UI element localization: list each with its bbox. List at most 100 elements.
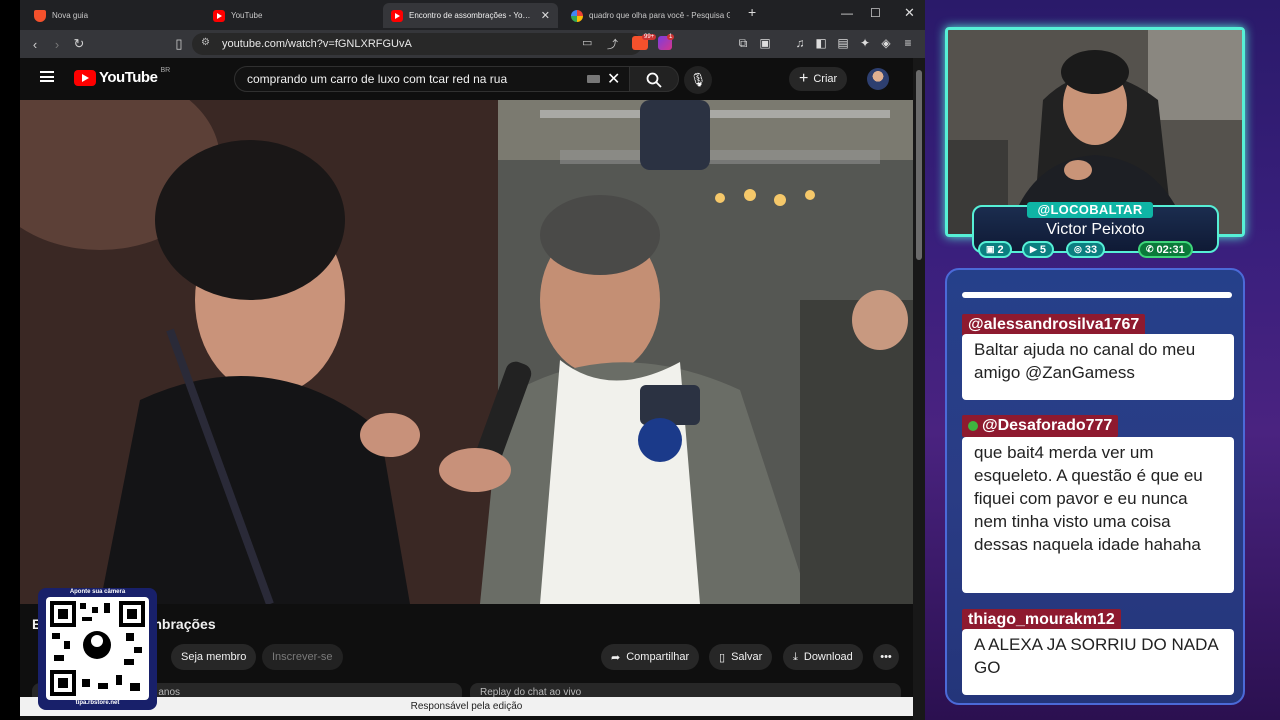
brave-icon [34,9,46,22]
save-label: Salvar [731,651,763,663]
menu-icon[interactable]: ≡ [901,36,915,50]
create-button[interactable]: + Criar [789,67,848,91]
tab-strip: Nova guia YouTube Encontro de assombraçõ… [20,0,925,30]
member-badge-icon [968,421,978,431]
join-button[interactable]: Seja membro [171,644,257,670]
video-player[interactable] [20,100,913,604]
music-icon[interactable]: ♫ [793,36,807,50]
chat-username: @Desaforado777 [982,417,1113,434]
bookmark-icon[interactable]: ▯ [168,36,190,52]
keyboard-icon[interactable] [587,75,600,83]
share-icon[interactable]: ⤴ [607,36,618,52]
sidebar-icon[interactable]: ◧ [814,36,828,50]
chat-message: que bait4 merda ver um esqueleto. A ques… [962,437,1234,593]
join-label: Seja membro [181,651,247,663]
stat-timer: ✆ 02:31 [1138,241,1193,258]
chat-username-row: @Desaforado777 [962,415,1119,437]
shields-badge: 99+ [642,34,657,40]
cast-icon[interactable]: ▭ [582,36,592,49]
microphone-icon: 🎙 [689,72,707,87]
qr-pattern [50,601,145,696]
save-button[interactable]: ▯ Salvar [709,644,773,670]
stat-value: 02:31 [1156,243,1185,256]
stat-value: 2 [997,243,1004,256]
reload-icon[interactable]: ↻ [68,36,90,52]
share-button[interactable]: ➦ Compartilhar [601,644,700,670]
youtube-icon [213,9,225,22]
qr-code [46,597,149,700]
tab-active-video[interactable]: Encontro de assombrações - YouTube ✕ [383,3,558,28]
url-text: youtube.com/watch?v=fGNLXRFGUvA [222,38,412,50]
stat-value: 33 [1084,243,1098,256]
leo-ai-icon[interactable]: ✦ [858,36,872,50]
site-settings-icon[interactable]: ⚙ [201,37,210,48]
tab-google-search[interactable]: quadro que olha para você - Pesquisa Goo… [563,3,738,28]
tab-youtube[interactable]: YouTube [205,3,380,28]
create-label: Criar [813,73,838,85]
subscribe-button[interactable]: Inscrever-se [262,644,343,670]
qr-top-text: Aponte sua câmera [69,589,126,595]
more-actions-button[interactable]: ••• [873,644,899,670]
minimize-icon[interactable]: — [841,6,853,20]
video-icon: ▶ [1030,244,1037,254]
tab-title: Encontro de assombrações - YouTube [409,11,535,20]
tab-title: quadro que olha para você - Pesquisa Goo… [589,11,730,20]
chat-username: @alessandrosilva1767 [962,314,1146,336]
save-icon: ▯ [719,651,726,664]
whatsapp-icon: ✆ [1146,244,1154,254]
chat-icon: ▣ [986,244,995,254]
tab-title: Nova guia [52,11,89,20]
live-chat-panel: @alessandrosilva1767 Baltar ajuda no can… [945,268,1245,705]
close-tab-icon[interactable]: ✕ [541,9,550,22]
rewards-badge: 1 [667,34,675,40]
stat-videos: ▶ 5 [1022,241,1055,258]
streamer-name: Victor Peixoto [1046,221,1145,238]
page-scrollbar[interactable] [913,58,925,720]
tab-title: YouTube [231,11,263,20]
address-bar[interactable]: ⚙ youtube.com/watch?v=fGNLXRFGUvA ▭ ⤴ [192,33,642,55]
hamburger-menu-icon[interactable] [40,71,54,82]
account-avatar[interactable] [867,68,889,90]
forward-icon[interactable]: › [46,37,68,52]
search-input[interactable]: comprando um carro de luxo com tcar red … [234,66,654,92]
chat-username: thiago_mourakm12 [962,609,1121,631]
youtube-play-icon [74,69,96,86]
maximize-icon[interactable]: ☐ [870,6,881,20]
subscribe-label: Inscrever-se [272,651,333,663]
clear-search-icon[interactable]: ✕ [607,69,620,89]
link-icon: ◎ [1074,244,1082,254]
plus-icon: + [799,70,809,87]
screenshot-icon[interactable]: ▣ [758,36,772,50]
stat-value: 5 [1039,243,1047,256]
country-code: BR [160,67,171,74]
search-button[interactable] [629,66,679,92]
youtube-wordmark: YouTube [99,69,158,86]
close-window-icon[interactable]: ✕ [904,5,915,21]
new-tab-button[interactable]: + [748,4,756,20]
search-icon [646,72,662,88]
extensions-icon[interactable]: ⧉ [736,36,750,50]
qr-code-card: Aponte sua câmera tipa.rbstore.net [38,588,157,710]
youtube-logo[interactable]: YouTube BR [74,67,171,86]
voice-search-button[interactable]: 🎙 [684,66,712,94]
wallet-icon[interactable]: ▤ [836,36,850,50]
scrollbar-thumb[interactable] [916,70,922,260]
streamer-handle: @LOCOBALTAR [1027,202,1153,218]
youtube-icon [391,9,403,22]
video-frame [20,100,913,604]
download-label: Download [803,651,853,663]
chat-divider [962,292,1232,298]
more-icon: ••• [880,651,892,663]
tab-new[interactable]: Nova guia [26,3,201,28]
vpn-icon[interactable]: ◈ [879,36,893,50]
chat-message: Baltar ajuda no canal do meu amigo @ZanG… [962,334,1234,400]
download-icon: ⤓ [793,650,798,663]
stat-links: ◎ 33 [1066,241,1106,258]
share-label: Compartilhar [626,651,690,663]
download-button[interactable]: ⤓ Download [783,644,863,670]
search-query: comprando um carro de luxo com tcar red … [247,72,508,86]
share-icon: ➦ [611,651,621,664]
browser-toolbar: ‹ › ↻ ▯ ⚙ youtube.com/watch?v=fGNLXRFGUv… [20,30,925,58]
back-icon[interactable]: ‹ [24,37,46,52]
chat-message: A ALEXA JA SORRIU DO NADA GO [962,629,1234,695]
